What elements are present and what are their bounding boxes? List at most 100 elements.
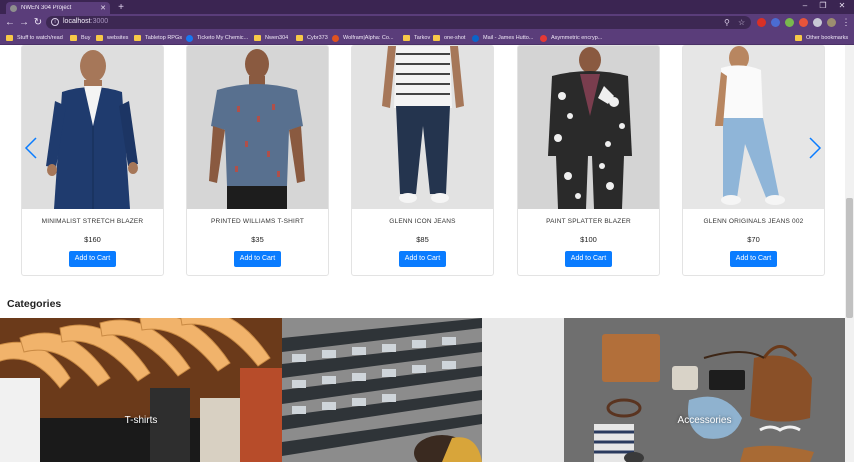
bookmark-item[interactable]: websites <box>96 33 128 43</box>
bookmark-label: Mail - James Hutto... <box>483 35 534 41</box>
product-card: GLENN ICON JEANS $85 Add to Cart <box>351 45 494 276</box>
bookmark-label: Tarkov <box>414 35 431 41</box>
maximize-icon[interactable]: ❐ <box>816 1 830 10</box>
add-to-cart-button[interactable]: Add to Cart <box>69 251 116 267</box>
bookmark-label: Stuff to watch/read <box>17 35 63 41</box>
product-price: $35 <box>251 235 264 244</box>
product-price: $85 <box>416 235 429 244</box>
tab-close-icon[interactable]: ✕ <box>100 4 106 12</box>
bookmark-item[interactable]: Tabletop RPGs <box>134 33 182 43</box>
product-name[interactable]: PRINTED WILLIAMS T-SHIRT <box>187 218 328 225</box>
scrollbar-thumb[interactable] <box>846 198 853 318</box>
product-price: $100 <box>580 235 597 244</box>
category-label: T-shirts <box>124 415 158 426</box>
category-tile-2[interactable] <box>282 318 564 462</box>
bookmark-item[interactable]: Tarkov <box>403 33 430 43</box>
browser-tab-strip: NWEN 304 Project ✕ + – ❐ ✕ <box>0 0 854 14</box>
link-icon <box>540 34 547 42</box>
extension-orange-icon[interactable] <box>799 18 808 27</box>
category-tile-tshirts[interactable]: T-shirts <box>0 318 282 462</box>
extension-red-icon[interactable] <box>757 18 766 27</box>
add-to-cart-button[interactable]: Add to Cart <box>234 251 281 267</box>
category-label: Accessories <box>677 415 732 426</box>
add-to-cart-button[interactable]: Add to Cart <box>565 251 612 267</box>
tab-title: NWEN 304 Project <box>21 5 72 11</box>
url-port: :3000 <box>90 18 109 25</box>
tab-favicon-icon <box>10 4 17 12</box>
folder-icon <box>6 35 13 41</box>
reload-icon[interactable]: ↻ <box>32 16 44 29</box>
product-card: MINIMALIST STRETCH BLAZER $160 Add to Ca… <box>21 45 164 276</box>
page-viewport: MINIMALIST STRETCH BLAZER $160 Add to Ca… <box>0 45 845 462</box>
url-host: localhost <box>63 18 91 25</box>
product-name[interactable]: PAINT SPLATTER BLAZER <box>518 218 659 225</box>
minimize-icon[interactable]: – <box>798 1 812 10</box>
bookmark-label: Nwen304 <box>265 35 289 41</box>
product-name[interactable]: GLENN ORIGINALS JEANS 002 <box>683 218 824 225</box>
bookmark-item[interactable]: Cybr373 <box>296 33 328 43</box>
back-icon[interactable]: ← <box>4 16 16 29</box>
bookmark-label: Asymmetric encryp... <box>551 35 603 41</box>
bookmark-item[interactable]: Stuff to watch/read <box>6 33 63 43</box>
bookmark-label: one-shot <box>444 35 466 41</box>
bookmark-item[interactable]: one-shot <box>433 33 465 43</box>
bookmark-item[interactable]: Ticketo My Chemic... <box>186 33 248 43</box>
bookmark-label: Wolfram|Alpha: Co... <box>343 35 394 41</box>
facebook-icon <box>186 34 193 42</box>
folder-icon <box>433 35 440 41</box>
product-image-paint-blazer[interactable] <box>518 46 659 209</box>
category-tile-accessories[interactable]: Accessories <box>564 318 845 462</box>
carousel-prev-icon[interactable] <box>24 137 38 159</box>
other-bookmarks-label: Other bookmarks <box>806 35 849 41</box>
site-info-icon[interactable]: i <box>51 18 59 26</box>
folder-icon <box>96 35 103 41</box>
bookmark-item[interactable]: Wolfram|Alpha: Co... <box>332 33 394 43</box>
carousel-next-icon[interactable] <box>808 137 822 159</box>
bookmark-item[interactable]: Buy <box>70 33 90 43</box>
bookmark-item[interactable]: Nwen304 <box>254 33 288 43</box>
zoom-search-icon[interactable]: ⚲ <box>724 18 730 27</box>
close-window-icon[interactable]: ✕ <box>835 1 849 10</box>
bookmark-label: Buy <box>81 35 91 41</box>
product-price: $70 <box>747 235 760 244</box>
forward-icon[interactable]: → <box>18 16 30 29</box>
wolfram-icon <box>332 34 339 42</box>
product-card: PAINT SPLATTER BLAZER $100 Add to Cart <box>517 45 660 276</box>
folder-icon <box>254 35 261 41</box>
bookmark-label: Tabletop RPGs <box>145 35 182 41</box>
profile-avatar[interactable] <box>827 18 836 27</box>
folder-icon <box>134 35 141 41</box>
extension-blue-icon[interactable] <box>771 18 780 27</box>
bookmark-item[interactable]: Asymmetric encryp... <box>540 33 602 43</box>
folder-icon <box>70 35 77 41</box>
folder-icon <box>296 35 303 41</box>
categories-heading: Categories <box>7 298 62 310</box>
browser-menu-icon[interactable]: ⋮ <box>840 16 852 29</box>
product-image-blazer[interactable] <box>22 46 163 209</box>
extension-green-icon[interactable] <box>785 18 794 27</box>
new-tab-button[interactable]: + <box>116 3 126 13</box>
add-to-cart-button[interactable]: Add to Cart <box>730 251 777 267</box>
extensions-puzzle-icon[interactable] <box>813 18 822 27</box>
product-name[interactable]: MINIMALIST STRETCH BLAZER <box>22 218 163 225</box>
product-image-tshirt[interactable] <box>187 46 328 209</box>
product-image-jeans[interactable] <box>352 46 493 209</box>
folder-icon <box>403 35 410 41</box>
folder-icon <box>795 35 802 41</box>
address-bar[interactable]: i localhost:3000 ⚲ ☆ <box>46 16 751 29</box>
product-name[interactable]: GLENN ICON JEANS <box>352 218 493 225</box>
bookmark-star-icon[interactable]: ☆ <box>738 18 745 27</box>
bookmark-item[interactable]: Mail - James Hutto... <box>472 33 533 43</box>
other-bookmarks[interactable]: Other bookmarks <box>795 33 848 43</box>
url-text: localhost:3000 <box>63 18 108 25</box>
outlook-icon <box>472 34 479 42</box>
bookmark-label: Ticketo My Chemic... <box>197 35 249 41</box>
product-card: GLENN ORIGINALS JEANS 002 $70 Add to Car… <box>682 45 825 276</box>
page-scrollbar[interactable] <box>845 45 854 462</box>
product-price: $160 <box>84 235 101 244</box>
browser-tab[interactable]: NWEN 304 Project ✕ <box>6 2 110 14</box>
bookmark-label: Cybr373 <box>307 35 328 41</box>
product-image-originals-jeans[interactable] <box>683 46 824 209</box>
bookmarks-bar: Other bookmarks Stuff to watch/read Buy we… <box>0 31 854 45</box>
add-to-cart-button[interactable]: Add to Cart <box>399 251 446 267</box>
